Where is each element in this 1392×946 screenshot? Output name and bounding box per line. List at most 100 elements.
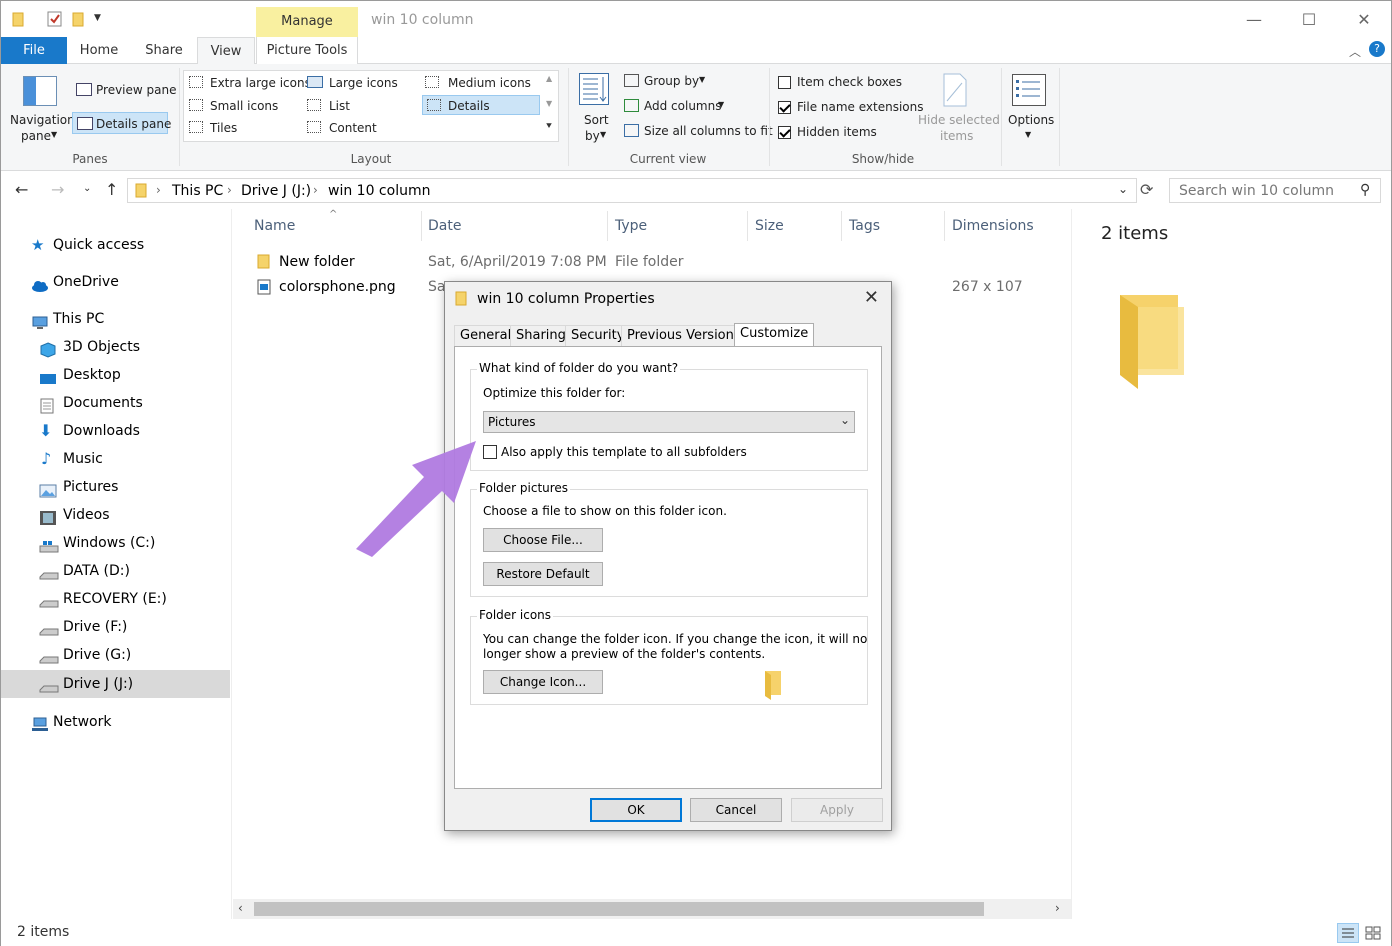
tab-file[interactable]: File <box>1 37 67 64</box>
horizontal-scrollbar[interactable]: ‹ › <box>233 899 1071 919</box>
scroll-left-arrow-icon[interactable]: ‹ <box>238 901 243 915</box>
hide-selected-items-label[interactable]: Hide selected <box>918 113 1000 127</box>
options-icon[interactable] <box>1012 74 1046 106</box>
nav-item-desktop[interactable]: Desktop <box>1 361 230 389</box>
column-header-tags[interactable]: Tags <box>849 218 880 234</box>
ok-button[interactable]: OK <box>590 798 682 822</box>
column-separator[interactable] <box>841 211 842 241</box>
column-header-type[interactable]: Type <box>615 218 647 234</box>
manage-tab[interactable]: Manage <box>256 7 358 37</box>
hidden-items-label[interactable]: Hidden items <box>797 125 877 139</box>
add-columns-dropdown-icon[interactable]: ▼ <box>718 100 724 109</box>
help-icon[interactable]: ? <box>1369 41 1385 57</box>
nav-item-windows-c[interactable]: Windows (C:) <box>1 529 230 557</box>
apply-subfolders-checkbox[interactable] <box>483 445 497 459</box>
breadcrumb-separator-icon[interactable]: › <box>227 183 232 197</box>
apply-subfolders-label[interactable]: Also apply this template to all subfolde… <box>501 445 747 459</box>
sort-by-label[interactable]: Sort <box>584 113 609 127</box>
address-dropdown-chevron-icon[interactable]: ⌄ <box>1118 182 1128 196</box>
size-all-columns-button[interactable]: Size all columns to fit <box>644 124 773 138</box>
navigation-pane-label2[interactable]: pane <box>21 129 51 143</box>
tab-home[interactable]: Home <box>71 37 127 64</box>
sort-by-label2[interactable]: by <box>585 129 600 143</box>
hide-selected-items-icon[interactable] <box>942 73 968 107</box>
group-by-dropdown-icon[interactable]: ▼ <box>699 75 705 84</box>
column-header-date[interactable]: Date <box>428 218 461 234</box>
tab-view[interactable]: View <box>197 37 255 65</box>
nav-item-onedrive[interactable]: OneDrive <box>1 268 230 296</box>
nav-item-drive-f[interactable]: Drive (F:) <box>1 613 230 641</box>
nav-item-drive-g[interactable]: Drive (G:) <box>1 641 230 669</box>
group-by-button[interactable]: Group by <box>644 74 699 88</box>
nav-item-downloads[interactable]: ⬇ Downloads <box>1 417 230 445</box>
column-separator[interactable] <box>747 211 748 241</box>
tab-general[interactable]: General <box>454 325 518 347</box>
navigation-pane-icon[interactable] <box>23 76 57 106</box>
tiles-option[interactable]: Tiles <box>210 121 237 135</box>
cancel-button[interactable]: Cancel <box>690 798 782 822</box>
scroll-right-arrow-icon[interactable]: › <box>1055 901 1060 915</box>
item-check-boxes-label[interactable]: Item check boxes <box>797 75 902 89</box>
change-icon-button[interactable]: Change Icon... <box>483 670 603 694</box>
column-header-dimensions[interactable]: Dimensions <box>952 218 1034 234</box>
column-separator[interactable] <box>421 211 422 241</box>
back-arrow-icon[interactable]: ← <box>15 180 28 199</box>
options-dropdown-icon[interactable]: ▼ <box>1025 130 1031 139</box>
details-view-icon[interactable] <box>1337 923 1359 943</box>
breadcrumb-this-pc[interactable]: This PC <box>172 183 223 199</box>
content-option[interactable]: Content <box>329 121 377 135</box>
column-separator[interactable] <box>607 211 608 241</box>
hide-selected-items-label2[interactable]: items <box>940 129 973 143</box>
column-separator[interactable] <box>944 211 945 241</box>
details-option[interactable]: Details <box>448 99 490 113</box>
minimize-button[interactable]: — <box>1231 7 1277 33</box>
gallery-expand-icon[interactable]: ⯆ <box>545 121 553 132</box>
recent-locations-chevron-icon[interactable]: ⌄ <box>83 183 91 194</box>
nav-item-network[interactable]: Network <box>1 708 230 736</box>
dialog-close-icon[interactable]: ✕ <box>864 287 879 308</box>
file-name-extensions-checkbox[interactable] <box>778 101 791 114</box>
forward-arrow-icon[interactable]: → <box>51 180 64 199</box>
breadcrumb-drive-j[interactable]: Drive J (J:) <box>241 183 311 199</box>
collapse-ribbon-icon[interactable]: ︿ <box>1349 43 1361 60</box>
small-icons-option[interactable]: Small icons <box>210 99 278 113</box>
breadcrumb-separator-icon[interactable]: › <box>313 183 318 197</box>
gallery-scroll-up-icon[interactable]: ▲ <box>546 74 552 83</box>
details-pane-button[interactable]: Details pane <box>96 117 171 131</box>
nav-item-documents[interactable]: Documents <box>1 389 230 417</box>
chevron-down-icon[interactable]: ⌄ <box>840 413 850 427</box>
search-input[interactable]: Search win 10 column ⚲ <box>1169 178 1381 203</box>
table-row[interactable]: New folder Sat, 6/April/2019 7:08 PM Fil… <box>233 251 1071 275</box>
optimize-select[interactable]: Pictures ⌄ <box>483 411 855 433</box>
refresh-icon[interactable]: ⟳ <box>1140 180 1153 199</box>
large-icons-option[interactable]: Large icons <box>329 76 398 90</box>
search-icon[interactable]: ⚲ <box>1360 182 1370 198</box>
nav-item-pictures[interactable]: Pictures <box>1 473 230 501</box>
nav-item-this-pc[interactable]: This PC <box>1 305 230 333</box>
large-icons-view-icon[interactable] <box>1363 924 1383 942</box>
column-header-size[interactable]: Size <box>755 218 784 234</box>
navigation-pane-label[interactable]: Navigation <box>10 113 75 127</box>
close-button[interactable]: ✕ <box>1341 7 1387 33</box>
navigation-pane-dropdown-icon[interactable]: ▼ <box>51 130 57 139</box>
nav-item-music[interactable]: ♪ Music <box>1 445 230 473</box>
nav-item-quick-access[interactable]: ★ Quick access <box>1 231 230 259</box>
tab-customize[interactable]: Customize <box>734 323 815 348</box>
up-arrow-icon[interactable]: ↑ <box>105 180 118 199</box>
file-name-extensions-label[interactable]: File name extensions <box>797 100 924 114</box>
tab-previous-versions[interactable]: Previous Versions <box>621 325 747 347</box>
gallery-scroll-down-icon[interactable]: ▼ <box>546 99 552 108</box>
customize-qat-icon[interactable]: ▼ <box>94 13 101 23</box>
new-folder-icon[interactable] <box>71 11 85 30</box>
item-check-boxes-checkbox[interactable] <box>778 76 791 89</box>
column-header-name[interactable]: Name <box>254 218 295 234</box>
choose-file-button[interactable]: Choose File... <box>483 528 603 552</box>
maximize-button[interactable]: ☐ <box>1286 7 1332 33</box>
tab-sharing[interactable]: Sharing <box>510 325 572 347</box>
nav-item-recovery-e[interactable]: RECOVERY (E:) <box>1 585 230 613</box>
scrollbar-thumb[interactable] <box>254 902 984 916</box>
breadcrumb-separator-icon[interactable]: › <box>156 183 161 197</box>
nav-item-videos[interactable]: Videos <box>1 501 230 529</box>
add-columns-button[interactable]: Add columns <box>644 99 721 113</box>
list-option[interactable]: List <box>329 99 350 113</box>
